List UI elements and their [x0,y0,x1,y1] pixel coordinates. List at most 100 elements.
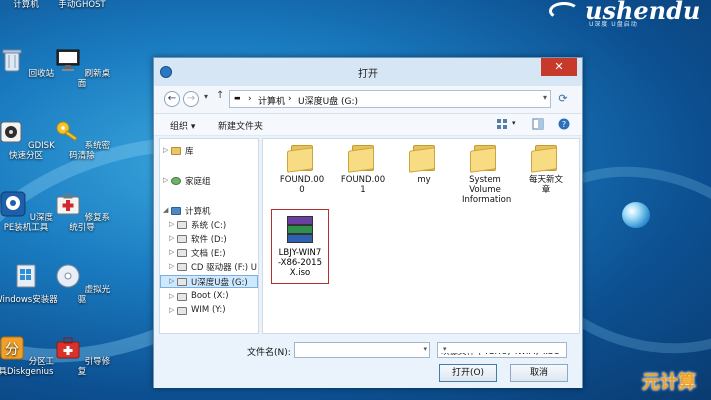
collapse-arrow-icon[interactable]: ◢ [163,206,168,214]
recent-dropdown-icon[interactable]: ▾ [204,92,208,101]
watermark: 元计算 [642,372,696,393]
address-bar-row: ← → ▾ ↑ ▬ › 计算机 › U深度U盘 (G:) ▾ ⟳ [154,86,582,114]
file-item-folder[interactable]: my [395,143,453,185]
expand-arrow-icon[interactable]: ▷ [169,306,174,314]
view-dropdown-icon[interactable]: ▾ [512,119,516,127]
archive-icon [287,216,313,244]
homegroup-icon [171,177,181,185]
svg-text:分: 分 [5,342,19,358]
dialog-titlebar[interactable]: 打开 ✕ [154,58,582,86]
filetype-select[interactable]: 映像文件 (*.GHO;*.WIM;*.ISO ▾ [437,342,567,358]
address-dropdown-icon[interactable]: ▾ [543,93,547,102]
expand-arrow-icon[interactable]: ▷ [169,262,174,270]
folder-icon [470,143,500,173]
toolbox-icon [56,337,80,359]
expand-arrow-icon[interactable]: ▷ [169,234,174,242]
expand-arrow-icon[interactable]: ▷ [169,220,174,228]
expand-arrow-icon[interactable]: ▷ [169,248,174,256]
drive-icon [177,235,187,243]
nav-label: WIM (Y:) [191,305,226,315]
logo-subtext: U深度 U盘启动 [589,21,638,28]
file-name: 每天新文章 [528,175,563,195]
logo-swoosh-icon [549,2,579,20]
svg-text:?: ? [562,120,566,129]
file-name: my [417,175,431,185]
nav-item-drive-d[interactable]: ▷ 软件 (D:) [160,233,258,246]
file-item-folder[interactable]: FOUND.000 [273,143,331,195]
nav-label: 库 [185,147,194,157]
nav-item-drive-f[interactable]: ▷ CD 驱动器 (F:) U [160,261,258,274]
nav-item-drive-x[interactable]: ▷ Boot (X:) [160,291,258,304]
back-button[interactable]: ← [164,91,180,107]
file-item-folder[interactable]: System Volume Information [456,143,514,205]
file-item-folder[interactable]: FOUND.001 [334,143,392,195]
library-icon [171,147,181,155]
file-name: LBJY-WIN7-X86-2015X.iso [278,248,322,278]
desktop-icon-password-clear[interactable]: 系统密码清除 [50,118,114,161]
address-input[interactable]: ▬ › 计算机 › U深度U盘 (G:) ▾ [229,90,551,108]
nav-item-drive-y[interactable]: ▷ WIM (Y:) [160,305,258,318]
desktop-icon-boot-repair[interactable]: 修复系统引导 [50,190,114,233]
dialog-title: 打开 [358,69,378,80]
nav-item-homegroup[interactable]: ▷ 家庭组 [160,175,258,188]
filename-input[interactable]: ▾ [294,342,430,358]
windows-setup-icon [16,264,36,288]
nav-item-drive-g[interactable]: ▷ U深度U盘 (G:) [160,275,258,288]
recycle-bin-icon [2,49,22,72]
cd-drive-icon [177,263,187,271]
file-name: System Volume Information [462,175,512,205]
computer-icon [171,207,181,215]
nav-label: CD 驱动器 (F:) U [191,263,258,273]
view-options-icon[interactable] [496,118,508,130]
breadcrumb-drive[interactable]: U深度U盘 (G:) [298,94,358,107]
nav-label: U深度U盘 (G:) [191,278,248,288]
expand-arrow-icon[interactable]: ▷ [169,292,174,300]
nav-item-drive-e[interactable]: ▷ 文档 (E:) [160,247,258,260]
chevron-down-icon[interactable]: ▾ [423,345,427,353]
file-item-folder[interactable]: 每天新文章 [517,143,575,195]
nav-item-computer[interactable]: ◢ 计算机 [160,205,258,218]
filename-label: 文件名(N): [247,348,291,358]
forward-button[interactable]: → [183,91,199,107]
desktop-icon-boot-fix[interactable]: 引导修复 [50,334,114,377]
nav-item-libraries[interactable]: ▷ 库 [160,145,258,158]
first-aid-kit-icon [56,193,80,215]
disk-partition-icon [0,121,22,143]
nav-label: 文档 (E:) [191,249,226,259]
breadcrumb-separator: › [248,94,252,104]
folder-icon [409,143,439,173]
expand-arrow-icon[interactable]: ▷ [169,277,174,285]
nav-label: 系统 (C:) [191,221,227,231]
nav-label: 计算机 [185,207,211,217]
new-folder-button[interactable]: 新建文件夹 [218,119,263,132]
close-button[interactable]: ✕ [541,58,577,76]
folder-icon [531,143,561,173]
up-button[interactable]: ↑ [216,90,224,101]
navigation-pane[interactable]: ▷ 库 ▷ 家庭组 ◢ 计算机 ▷ 系统 (C:) ▷ 软件 (D:) ▷ 文档… [159,138,259,334]
expand-arrow-icon[interactable]: ▷ [163,146,168,154]
desktop-icon-refresh-desktop[interactable]: 刷新桌面 [50,46,114,89]
nav-label: Boot (X:) [191,291,229,301]
desktop-icon-manual-ghost[interactable]: 手动GHOST [50,0,114,10]
file-list-pane[interactable]: FOUND.000 FOUND.001 my System Volume Inf… [262,138,580,334]
nav-item-drive-c[interactable]: ▷ 系统 (C:) [160,219,258,232]
nav-label: 软件 (D:) [191,235,227,245]
help-icon[interactable]: ? [558,118,570,130]
open-button[interactable]: 打开(O) [439,364,497,382]
cancel-button[interactable]: 取消 [510,364,568,382]
breadcrumb-computer[interactable]: 计算机 [258,94,285,107]
expand-arrow-icon[interactable]: ▷ [163,176,168,184]
desktop-icon-label: 手动GHOST [58,0,106,10]
refresh-icon[interactable]: ⟳ [555,92,571,108]
desktop-icon-virtual-drive[interactable]: 虚拟光驱 [50,262,114,305]
preview-pane-icon[interactable] [532,118,544,130]
chevron-down-icon[interactable]: ▾ [441,345,564,353]
organize-menu[interactable]: 组织 ▾ [170,119,195,132]
diskgenius-icon: 分 [0,336,24,360]
file-item-iso[interactable]: LBJY-WIN7-X86-2015X.iso [271,209,329,284]
key-icon [56,121,78,142]
folder-icon [287,143,317,173]
dialog-footer: 文件名(N): ▾ 映像文件 (*.GHO;*.WIM;*.ISO ▾ 打开(O… [154,336,582,388]
open-file-dialog: 打开 ✕ ← → ▾ ↑ ▬ › 计算机 › U深度U盘 (G:) ▾ ⟳ 组织… [153,57,583,388]
desktop-icon-label: 引导修复 [77,357,111,377]
